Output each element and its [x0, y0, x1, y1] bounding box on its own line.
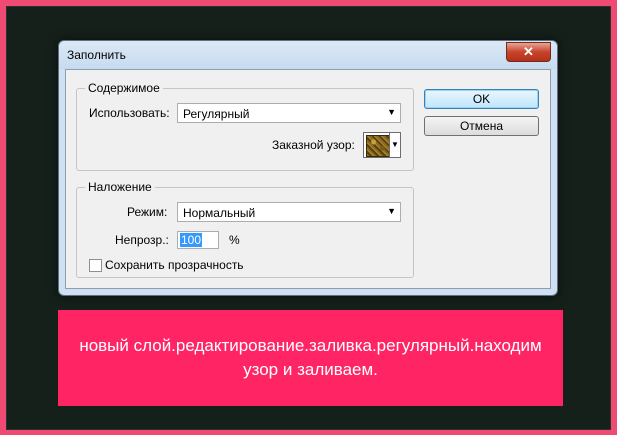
mode-dropdown-value: Нормальный	[183, 206, 256, 220]
opacity-label: Непрозр.:	[115, 233, 169, 247]
preserve-transparency-checkbox[interactable]	[89, 259, 102, 272]
mode-dropdown[interactable]: Нормальный ▼	[177, 202, 401, 222]
ok-button-label: OK	[472, 92, 491, 106]
chevron-down-icon: ▼	[387, 107, 396, 117]
instruction-caption: новый слой.редактирование.заливка.регуля…	[58, 310, 563, 406]
pattern-picker[interactable]: ▼	[363, 132, 401, 158]
fill-dialog: Заполнить ✕ Содержимое Использовать: Рег…	[58, 40, 558, 296]
opacity-unit: %	[229, 233, 240, 247]
opacity-input[interactable]: 100	[177, 231, 219, 249]
chevron-down-icon: ▼	[387, 206, 396, 216]
chevron-down-icon: ▼	[389, 133, 400, 157]
cancel-button[interactable]: Отмена	[424, 116, 539, 136]
blending-group-legend: Наложение	[85, 180, 155, 194]
dialog-body: Содержимое Использовать: Регулярный ▼ За…	[65, 69, 551, 289]
pattern-swatch	[366, 135, 390, 157]
close-button[interactable]: ✕	[506, 42, 551, 62]
mode-label: Режим:	[127, 205, 168, 219]
close-icon: ✕	[523, 44, 534, 59]
dialog-title: Заполнить	[67, 48, 126, 62]
instruction-caption-text: новый слой.редактирование.заливка.регуля…	[79, 336, 542, 379]
use-dropdown-value: Регулярный	[183, 107, 250, 121]
content-group: Содержимое Использовать: Регулярный ▼ За…	[76, 81, 414, 171]
cancel-button-label: Отмена	[459, 119, 504, 133]
ok-button[interactable]: OK	[424, 89, 539, 109]
use-label: Использовать:	[89, 106, 170, 120]
blending-group: Наложение Режим: Нормальный ▼ Непрозр.: …	[76, 180, 414, 278]
content-group-legend: Содержимое	[85, 81, 163, 95]
opacity-value: 100	[180, 233, 203, 247]
custom-pattern-label: Заказной узор:	[272, 138, 355, 152]
dialog-titlebar[interactable]: Заполнить ✕	[59, 41, 557, 69]
use-dropdown[interactable]: Регулярный ▼	[177, 103, 401, 123]
preserve-transparency-label[interactable]: Сохранить прозрачность	[105, 258, 244, 272]
